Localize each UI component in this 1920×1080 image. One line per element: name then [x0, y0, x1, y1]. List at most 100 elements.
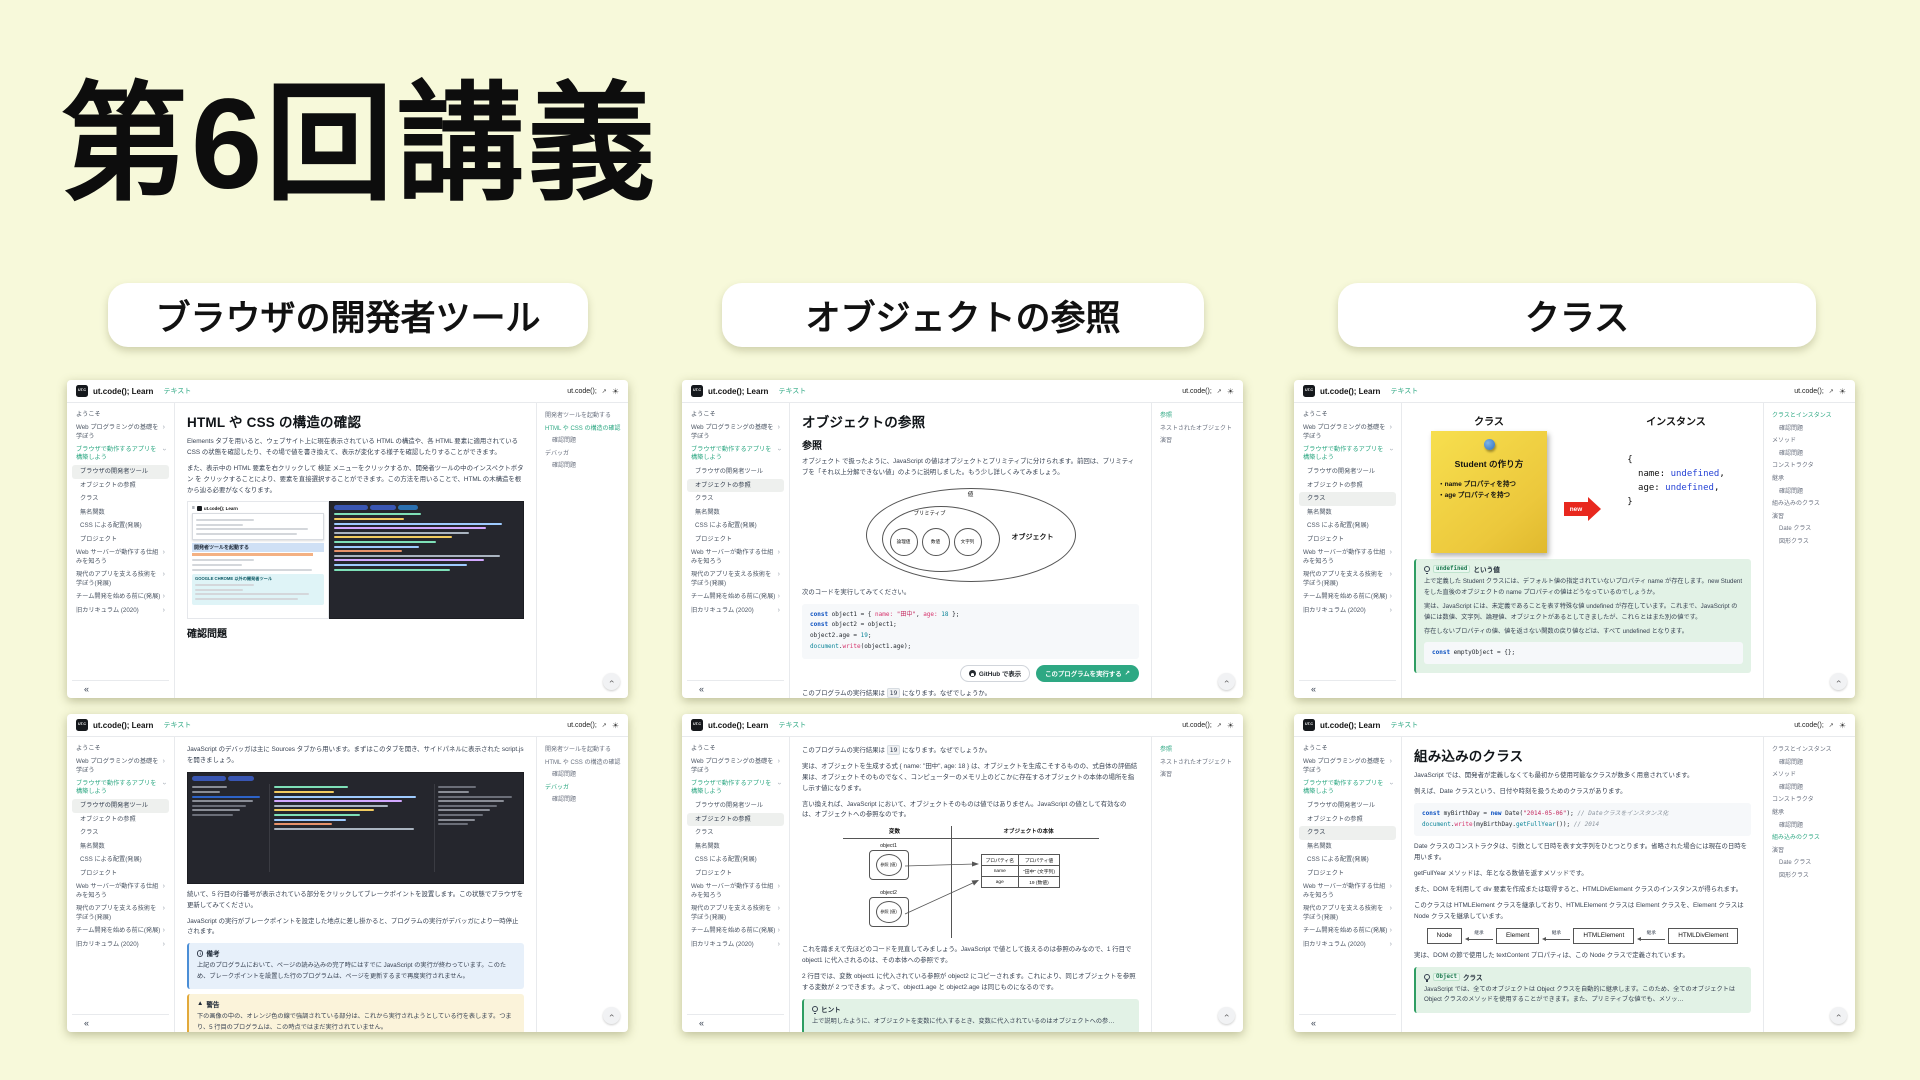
- sidebar-item[interactable]: Web サーバーが動作する仕組みを知ろう›: [72, 881, 169, 903]
- toc-item[interactable]: 組み込みのクラス: [1772, 500, 1850, 508]
- sidebar-item[interactable]: 現代のアプリを支える技術を学ぼう(発展)›: [1299, 903, 1396, 925]
- toc-item[interactable]: 確認問題: [1772, 822, 1850, 830]
- sidebar-item[interactable]: チーム開発を始める前に(発展)›: [72, 590, 169, 604]
- toc-item[interactable]: 参照: [1160, 746, 1238, 754]
- toc-item[interactable]: クラスとインスタンス: [1772, 746, 1850, 754]
- header-site-link[interactable]: ut.code();: [567, 388, 597, 395]
- sidebar-item[interactable]: 無名関数: [72, 506, 169, 520]
- sidebar-item[interactable]: 現代のアプリを支える技術を学ぼう(発展)›: [72, 903, 169, 925]
- sidebar-item[interactable]: 無名関数: [687, 506, 784, 520]
- sidebar-item[interactable]: 現代のアプリを支える技術を学ぼう(発展)›: [72, 569, 169, 591]
- nav-link-text[interactable]: テキスト: [163, 720, 191, 730]
- toc-item[interactable]: 確認問題: [1772, 784, 1850, 792]
- brand-title[interactable]: ut.code(); Learn: [1320, 721, 1380, 730]
- sidebar-item[interactable]: ようこそ: [72, 742, 169, 756]
- sidebar-item[interactable]: ブラウザの開発者ツール: [72, 465, 169, 479]
- sidebar-item[interactable]: ブラウザの開発者ツール: [1299, 465, 1396, 479]
- toc-item[interactable]: 確認問題: [1772, 759, 1850, 767]
- sidebar-item[interactable]: チーム開発を始める前に(発展)›: [687, 924, 784, 938]
- toc-item[interactable]: 確認問題: [545, 796, 623, 804]
- scroll-to-top-button[interactable]: ›: [1830, 673, 1847, 690]
- brand-title[interactable]: ut.code(); Learn: [708, 387, 768, 396]
- toc-item[interactable]: 演習: [1772, 847, 1850, 855]
- nav-link-text[interactable]: テキスト: [778, 386, 806, 396]
- toc-item[interactable]: 確認問題: [545, 437, 623, 445]
- sidebar-item[interactable]: CSS による配置(発展): [72, 520, 169, 534]
- sidebar-item[interactable]: 旧カリキュラム (2020)›: [1299, 604, 1396, 618]
- header-site-link[interactable]: ut.code();: [567, 722, 597, 729]
- sidebar-item[interactable]: ブラウザで動作するアプリを構築しよう›: [687, 443, 784, 465]
- toc-item[interactable]: デバッガ: [545, 784, 623, 792]
- nav-link-text[interactable]: テキスト: [778, 720, 806, 730]
- sidebar-item[interactable]: クラス: [1299, 492, 1396, 506]
- sidebar-item[interactable]: クラス: [687, 492, 784, 506]
- header-site-link[interactable]: ut.code();: [1794, 722, 1824, 729]
- sidebar-collapse-button[interactable]: «: [1299, 1014, 1396, 1032]
- sidebar-item[interactable]: 無名関数: [1299, 506, 1396, 520]
- brand-title[interactable]: ut.code(); Learn: [708, 721, 768, 730]
- sidebar-item[interactable]: ブラウザで動作するアプリを構築しよう›: [72, 443, 169, 465]
- sidebar-item[interactable]: 無名関数: [72, 840, 169, 854]
- sidebar-collapse-button[interactable]: «: [1299, 680, 1396, 698]
- toc-item[interactable]: 組み込みのクラス: [1772, 834, 1850, 842]
- toc-item[interactable]: ネストされたオブジェクト: [1160, 759, 1238, 767]
- sidebar-item[interactable]: Web プログラミングの基礎を学ぼう›: [1299, 422, 1396, 444]
- sidebar-item[interactable]: ようこそ: [687, 742, 784, 756]
- sidebar-item[interactable]: Web プログラミングの基礎を学ぼう›: [72, 422, 169, 444]
- sidebar-item[interactable]: チーム開発を始める前に(発展)›: [1299, 924, 1396, 938]
- sidebar-item[interactable]: オブジェクトの参照: [72, 479, 169, 493]
- sidebar-item[interactable]: ブラウザで動作するアプリを構築しよう›: [1299, 777, 1396, 799]
- sidebar-item[interactable]: クラス: [72, 826, 169, 840]
- sidebar-item[interactable]: ブラウザで動作するアプリを構築しよう›: [72, 777, 169, 799]
- sidebar-item[interactable]: ブラウザの開発者ツール: [1299, 799, 1396, 813]
- sidebar-item[interactable]: Web プログラミングの基礎を学ぼう›: [72, 756, 169, 778]
- toc-item[interactable]: 図形クラス: [1772, 872, 1850, 880]
- sidebar-item[interactable]: ブラウザの開発者ツール: [687, 799, 784, 813]
- header-site-link[interactable]: ut.code();: [1182, 388, 1212, 395]
- sidebar-item[interactable]: ようこそ: [1299, 742, 1396, 756]
- toc-item[interactable]: 演習: [1160, 437, 1238, 445]
- sidebar-item[interactable]: クラス: [1299, 826, 1396, 840]
- sidebar-item[interactable]: ブラウザの開発者ツール: [687, 465, 784, 479]
- toc-item[interactable]: 確認問題: [1772, 488, 1850, 496]
- sidebar-item[interactable]: プロジェクト: [687, 533, 784, 547]
- sidebar-item[interactable]: オブジェクトの参照: [687, 813, 784, 827]
- sidebar-item[interactable]: 旧カリキュラム (2020)›: [687, 604, 784, 618]
- theme-toggle-icon[interactable]: ☀: [1227, 721, 1234, 730]
- nav-link-text[interactable]: テキスト: [1390, 720, 1418, 730]
- sidebar-item[interactable]: Web サーバーが動作する仕組みを知ろう›: [72, 547, 169, 569]
- sidebar-collapse-button[interactable]: «: [72, 1014, 169, 1032]
- brand-title[interactable]: ut.code(); Learn: [1320, 387, 1380, 396]
- sidebar-item[interactable]: 旧カリキュラム (2020)›: [72, 604, 169, 618]
- sidebar-item[interactable]: ブラウザで動作するアプリを構築しよう›: [687, 777, 784, 799]
- sidebar-item[interactable]: 無名関数: [1299, 840, 1396, 854]
- sidebar-item[interactable]: Web サーバーが動作する仕組みを知ろう›: [1299, 547, 1396, 569]
- nav-link-text[interactable]: テキスト: [163, 386, 191, 396]
- sidebar-item[interactable]: ようこそ: [687, 408, 784, 422]
- sidebar-item[interactable]: 無名関数: [687, 840, 784, 854]
- sidebar-item[interactable]: 旧カリキュラム (2020)›: [687, 938, 784, 952]
- sidebar-item[interactable]: CSS による配置(発展): [687, 520, 784, 534]
- sidebar-item[interactable]: チーム開発を始める前に(発展)›: [1299, 590, 1396, 604]
- sidebar-item[interactable]: Web サーバーが動作する仕組みを知ろう›: [1299, 881, 1396, 903]
- sidebar-item[interactable]: プロジェクト: [72, 867, 169, 881]
- sidebar-item[interactable]: チーム開発を始める前に(発展)›: [72, 924, 169, 938]
- toc-item[interactable]: デバッガ: [545, 450, 623, 458]
- scroll-to-top-button[interactable]: ›: [603, 673, 620, 690]
- toc-item[interactable]: HTML や CSS の構造の確認: [545, 425, 623, 433]
- sidebar-item[interactable]: CSS による配置(発展): [687, 854, 784, 868]
- scroll-to-top-button[interactable]: ›: [1218, 1007, 1235, 1024]
- toc-item[interactable]: クラスとインスタンス: [1772, 412, 1850, 420]
- github-button[interactable]: GitHub で表示: [960, 665, 1030, 682]
- sidebar-item[interactable]: CSS による配置(発展): [1299, 520, 1396, 534]
- sidebar-item[interactable]: クラス: [687, 826, 784, 840]
- sidebar-item[interactable]: ようこそ: [1299, 408, 1396, 422]
- sidebar-item[interactable]: プロジェクト: [72, 533, 169, 547]
- sidebar-item[interactable]: 現代のアプリを支える技術を学ぼう(発展)›: [1299, 569, 1396, 591]
- run-program-button[interactable]: このプログラムを実行する↗: [1036, 665, 1139, 682]
- sidebar-item[interactable]: Web サーバーが動作する仕組みを知ろう›: [687, 881, 784, 903]
- sidebar-item[interactable]: プロジェクト: [687, 867, 784, 881]
- sidebar-item[interactable]: クラス: [72, 492, 169, 506]
- sidebar-item[interactable]: CSS による配置(発展): [72, 854, 169, 868]
- sidebar-item[interactable]: チーム開発を始める前に(発展)›: [687, 590, 784, 604]
